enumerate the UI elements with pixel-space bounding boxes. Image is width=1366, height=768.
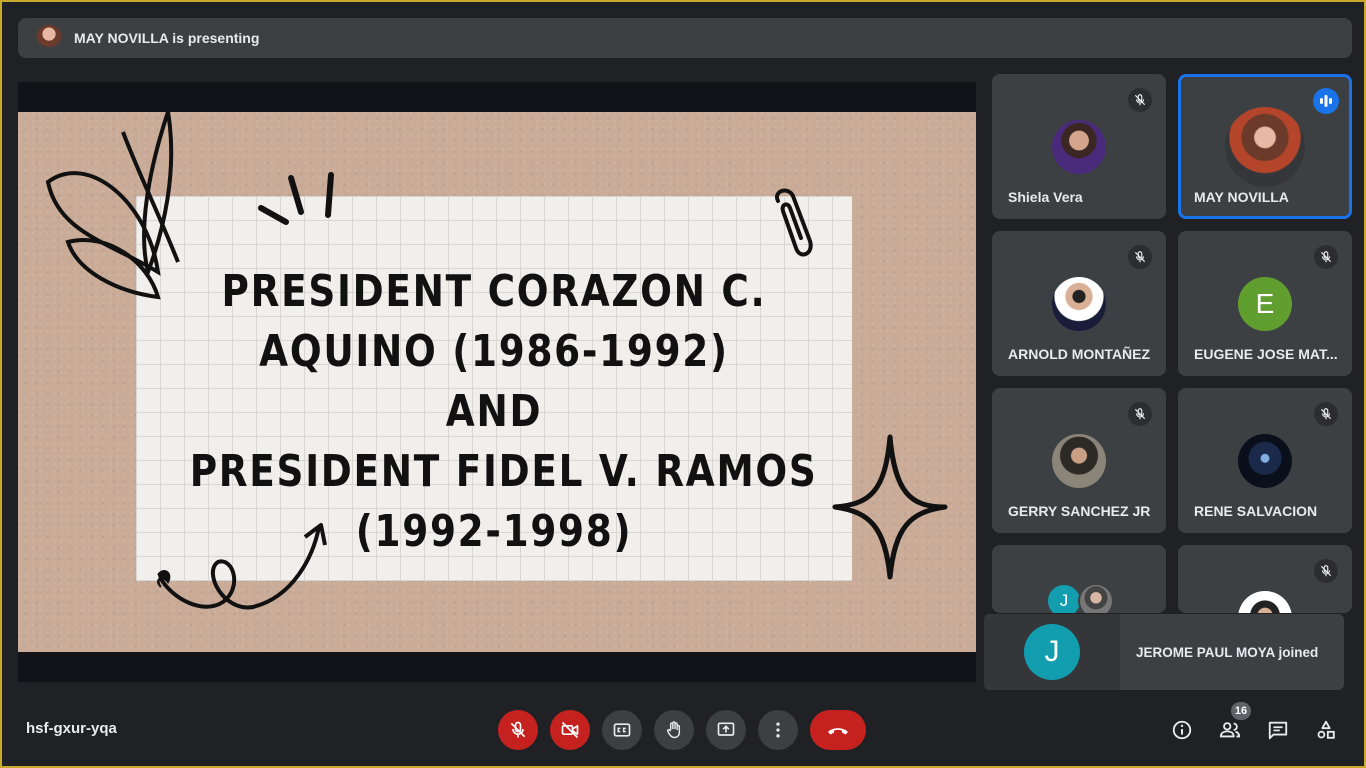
slide-line: AQUINO (1986-1992) — [259, 326, 729, 377]
presenting-banner: MAY NOVILLA is presenting — [18, 18, 1352, 58]
avatar — [1052, 277, 1106, 331]
mic-off-icon — [1128, 88, 1152, 112]
more-options-button[interactable] — [758, 710, 798, 750]
people-icon — [1219, 722, 1241, 738]
mic-off-icon — [1128, 402, 1152, 426]
microphone-toggle-button[interactable] — [498, 710, 538, 750]
activities-icon — [1317, 720, 1335, 739]
speaking-indicator-icon — [1313, 88, 1339, 114]
raise-hand-button[interactable] — [654, 710, 694, 750]
mic-off-icon — [1314, 402, 1338, 426]
camera-off-icon — [561, 721, 579, 739]
letter-avatar: E — [1238, 277, 1292, 331]
participant-tile[interactable] — [1178, 545, 1352, 613]
participant-name: GERRY SANCHEZ JR — [1008, 503, 1151, 519]
participant-count-badge: 16 — [1231, 702, 1251, 720]
info-icon — [1172, 720, 1192, 740]
present-icon — [717, 722, 735, 736]
participant-name: ARNOLD MONTAÑEZ — [1008, 346, 1151, 362]
chat-icon — [1268, 721, 1288, 740]
avatar — [1238, 591, 1292, 613]
end-call-icon — [828, 728, 848, 735]
participant-name: MAY NOVILLA — [1194, 189, 1289, 205]
avatar — [1238, 434, 1292, 488]
toast-message: JEROME PAUL MOYA joined — [1136, 644, 1319, 660]
slide-line: PRESIDENT FIDEL V. RAMOS — [189, 446, 818, 497]
toast-avatar-area: J — [984, 614, 1120, 690]
present-now-button[interactable] — [706, 710, 746, 750]
avatar — [1052, 120, 1106, 174]
star-decoration — [832, 434, 948, 580]
letter-avatar: J — [1024, 624, 1080, 680]
avatar-letter: J — [1044, 635, 1060, 668]
presenting-text: MAY NOVILLA is presenting — [74, 30, 260, 46]
participant-tile[interactable]: J — [992, 545, 1166, 613]
slide-line: (1992-1998) — [355, 506, 633, 557]
participant-name: Shiela Vera — [1008, 189, 1083, 205]
mic-off-icon — [510, 721, 526, 738]
scribble-loops-decoration — [45, 112, 180, 300]
slide-line: PRESIDENT CORAZON C. — [221, 266, 767, 317]
presenter-avatar — [36, 25, 62, 51]
paperclip-decoration — [775, 188, 813, 257]
participant-tile[interactable]: ARNOLD MONTAÑEZ — [992, 231, 1166, 376]
participant-tile[interactable]: RENE SALVACION — [1178, 388, 1352, 533]
sparkle-lines-decoration — [258, 172, 334, 225]
avatar — [1078, 583, 1114, 613]
raise-hand-icon — [666, 721, 681, 739]
presentation-slide: PRESIDENT CORAZON C. AQUINO (1986-1992) … — [18, 112, 976, 652]
avatar — [1052, 434, 1106, 488]
mic-off-icon — [1314, 245, 1338, 269]
meeting-details-button[interactable] — [1166, 714, 1198, 746]
captions-icon — [613, 723, 631, 737]
meeting-code: hsf-gxur-yqa — [26, 720, 117, 737]
more-icon — [776, 722, 780, 738]
participant-name: EUGENE JOSE MAT... — [1194, 346, 1338, 362]
participant-name: RENE SALVACION — [1194, 503, 1318, 519]
mic-off-icon — [1128, 245, 1152, 269]
participant-tile[interactable]: Shiela Vera — [992, 74, 1166, 219]
presentation-stage: PRESIDENT CORAZON C. AQUINO (1986-1992) … — [18, 82, 976, 682]
participant-tile-active-speaker[interactable]: MAY NOVILLA — [1178, 74, 1352, 219]
participant-tile[interactable]: E EUGENE JOSE MAT... — [1178, 231, 1352, 376]
captions-button[interactable] — [602, 710, 642, 750]
participant-tile[interactable]: GERRY SANCHEZ JR — [992, 388, 1166, 533]
camera-toggle-button[interactable] — [550, 710, 590, 750]
avatar-letter: J — [1059, 591, 1069, 610]
letter-avatar: J — [1046, 583, 1082, 613]
chat-button[interactable] — [1262, 714, 1294, 746]
avatar — [1225, 107, 1305, 187]
mic-off-icon — [1314, 559, 1338, 583]
participant-joined-toast: J JEROME PAUL MOYA joined — [984, 614, 1344, 690]
activities-button[interactable] — [1310, 714, 1342, 746]
slide-title: PRESIDENT CORAZON C. AQUINO (1986-1992) … — [189, 262, 818, 562]
leave-call-button[interactable] — [810, 710, 866, 750]
slide-line: AND — [445, 386, 543, 437]
avatar-letter: E — [1255, 288, 1275, 319]
